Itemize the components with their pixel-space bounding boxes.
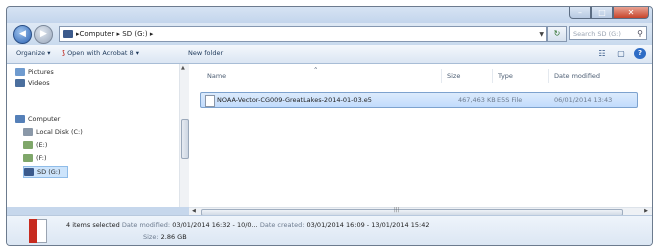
sidebar-item-computer[interactable]: Computer (15, 114, 60, 124)
search-input[interactable]: Search SD (G:) ⚲ (569, 26, 647, 40)
scroll-right-icon[interactable]: ▶ (644, 208, 648, 214)
scroll-left-icon[interactable]: ◀ (192, 208, 196, 214)
file-icon (205, 95, 215, 107)
breadcrumb-computer[interactable]: Computer (80, 30, 115, 38)
disc-drive-icon (23, 154, 33, 162)
column-header-name[interactable]: Name (207, 72, 226, 80)
file-date: 06/01/2014 13:43 (554, 96, 613, 104)
column-header-size[interactable]: Size (447, 72, 460, 80)
open-with-button[interactable]: ⟆ Open with Acrobat 8 ▾ (62, 49, 139, 57)
breadcrumb-separator: ▸ (147, 30, 154, 38)
new-folder-label: New folder (188, 49, 224, 57)
details-pane: 4 items selected Date modified: 03/01/20… (7, 215, 652, 245)
forward-button[interactable]: ▶ (34, 25, 53, 44)
videos-icon (15, 79, 25, 87)
close-button[interactable]: ✕ (613, 7, 649, 19)
selection-count: 4 items selected (66, 221, 120, 229)
column-divider[interactable] (548, 69, 549, 83)
sidebar-item-pictures[interactable]: Pictures (15, 67, 54, 77)
sidebar-item-videos[interactable]: Videos (15, 78, 50, 88)
sd-card-icon (24, 168, 34, 176)
navigation-scrollbar[interactable]: ▲ (179, 64, 189, 207)
address-row: ◀ ▶ ▸ Computer ▸ SD (G:) ▸ ▼ ↻ Search SD… (7, 23, 652, 45)
date-modified-label: Date modified: (121, 221, 171, 229)
open-with-label: Open with Acrobat 8 (67, 49, 134, 57)
file-type: E5S File (497, 96, 523, 104)
column-header-date[interactable]: Date modified (554, 72, 600, 80)
date-created-value: 03/01/2014 16:09 - 13/01/2014 15:42 (306, 221, 430, 229)
sidebar-item-e-drive[interactable]: (E:) (23, 140, 47, 150)
date-created-label: Date created: (259, 221, 305, 229)
breadcrumb-sd[interactable]: SD (G:) (122, 30, 147, 38)
minimize-button[interactable]: – (569, 7, 591, 19)
sort-arrow-icon: ⌃ (313, 66, 319, 74)
address-dropdown-icon[interactable]: ▼ (539, 31, 544, 38)
refresh-button[interactable]: ↻ (547, 26, 567, 42)
help-icon[interactable]: ? (634, 48, 646, 59)
explorer-window: – □ ✕ ◀ ▶ ▸ Computer ▸ SD (G:) ▸ ▼ ↻ Sea… (6, 6, 653, 246)
back-button[interactable]: ◀ (13, 25, 32, 44)
window-controls: – □ ✕ (569, 7, 649, 19)
sidebar-item-label: Videos (28, 79, 50, 87)
scrollbar-grip-icon: ||| (394, 207, 400, 213)
scroll-up-icon[interactable]: ▲ (181, 65, 185, 71)
view-controls: ☷ ▢ ? (596, 48, 646, 59)
navigation-pane: Pictures Videos Computer Local Disk (C:)… (7, 64, 180, 207)
search-icon: ⚲ (637, 29, 643, 38)
sidebar-item-local-disk[interactable]: Local Disk (C:) (23, 127, 83, 137)
title-bar: – □ ✕ (7, 7, 652, 23)
file-name: NOAA-Vector-CG009-GreatLakes-2014-01-03.… (217, 96, 372, 104)
details-line-1: 4 items selected Date modified: 03/01/20… (66, 221, 429, 229)
pdf-file-icon (29, 219, 47, 243)
table-row[interactable]: NOAA-Vector-CG009-GreatLakes-2014-01-03.… (200, 92, 638, 108)
address-bar[interactable]: ▸ Computer ▸ SD (G:) ▸ ▼ (59, 26, 547, 42)
sidebar-item-label: Local Disk (C:) (36, 128, 83, 136)
disc-drive-icon (23, 141, 33, 149)
details-line-2: Size: 2.86 GB (143, 233, 187, 241)
column-divider[interactable] (492, 69, 493, 83)
file-list: Name ⌃ Size Type Date modified NOAA-Vect… (189, 64, 652, 207)
sidebar-item-label: (E:) (36, 141, 48, 149)
column-divider[interactable] (441, 69, 442, 83)
new-folder-button[interactable]: New folder (188, 49, 223, 57)
sidebar-item-label: Pictures (28, 68, 54, 76)
breadcrumb-separator: ▸ (114, 30, 123, 38)
organize-label: Organize (16, 49, 46, 57)
change-view-icon[interactable]: ☷ (596, 48, 608, 59)
sidebar-item-label: (F:) (36, 154, 47, 162)
size-value: 2.86 GB (160, 233, 187, 241)
sidebar-item-sd-drive[interactable]: SD (G:) (23, 166, 68, 178)
drive-icon (63, 30, 73, 38)
search-placeholder: Search SD (G:) (573, 30, 621, 38)
acrobat-icon: ⟆ (62, 49, 65, 57)
command-bar: Organize ▾ ⟆ Open with Acrobat 8 ▾ New f… (7, 45, 652, 64)
preview-pane-icon[interactable]: ▢ (615, 48, 627, 59)
file-size: 467,463 KB (458, 96, 496, 104)
sidebar-item-label: SD (G:) (37, 168, 61, 176)
scrollbar-thumb[interactable] (181, 119, 189, 159)
maximize-button[interactable]: □ (591, 7, 613, 19)
organize-menu[interactable]: Organize ▾ (16, 49, 50, 57)
pictures-icon (15, 68, 25, 76)
computer-icon (15, 115, 25, 123)
size-label: Size: (143, 233, 159, 241)
sidebar-item-label: Computer (28, 115, 61, 123)
column-header-type[interactable]: Type (498, 72, 513, 80)
date-modified-value: 03/01/2014 16:32 - 10/0... (172, 221, 258, 229)
sidebar-item-f-drive[interactable]: (F:) (23, 153, 47, 163)
drive-icon (23, 128, 33, 136)
